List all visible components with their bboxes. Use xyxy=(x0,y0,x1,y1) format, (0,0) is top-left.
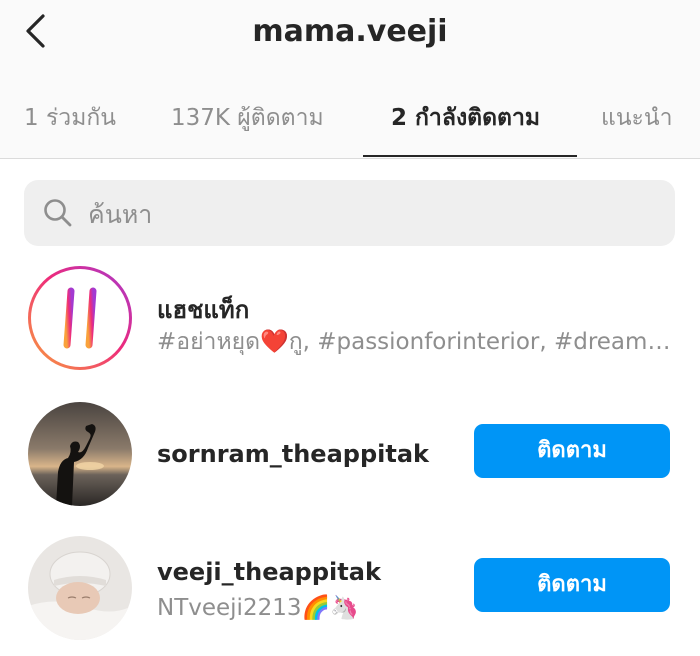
active-tab-indicator xyxy=(363,155,577,157)
page-title: mama.veeji xyxy=(252,14,448,49)
search-bar[interactable] xyxy=(24,180,675,246)
tab-suggested[interactable]: แนะนำ xyxy=(601,88,673,158)
tab-followers[interactable]: 137K ผู้ติดตาม xyxy=(171,88,324,158)
father-holding-baby-photo xyxy=(28,402,132,506)
tab-mutual[interactable]: 1 ร่วมกัน xyxy=(24,88,116,158)
list-item[interactable]: veeji_theappitak NTveeji2213🌈🦄 ติดตาม xyxy=(0,536,700,656)
username[interactable]: veeji_theappitak xyxy=(157,558,381,586)
tab-following[interactable]: 2 กำลังติดตาม xyxy=(391,88,540,158)
avatar[interactable] xyxy=(28,536,132,640)
sleeping-baby-photo xyxy=(28,536,132,640)
follow-button[interactable]: ติดตาม xyxy=(474,424,670,478)
hashtag-avatar xyxy=(28,266,132,370)
avatar[interactable] xyxy=(28,402,132,506)
list-item[interactable]: sornram_theappitak ติดตาม xyxy=(0,402,700,522)
username[interactable]: sornram_theappitak xyxy=(157,440,429,468)
follow-button[interactable]: ติดตาม xyxy=(474,558,670,612)
hashtags-row[interactable]: แฮชแท็ก #อย่าหยุด❤️กู, #passionforinteri… xyxy=(0,266,700,386)
tab-bar: 1 ร่วมกัน 137K ผู้ติดตาม 2 กำลังติดตาม แ… xyxy=(0,88,700,159)
hashtags-list: #อย่าหยุด❤️กู, #passionforinterior, #dre… xyxy=(157,329,677,355)
top-header: mama.veeji 1 ร่วมกัน 137K ผู้ติดตาม 2 กำ… xyxy=(0,0,700,159)
search-input[interactable] xyxy=(86,192,650,236)
search-icon xyxy=(44,199,72,227)
hashtag-icon xyxy=(50,287,109,349)
